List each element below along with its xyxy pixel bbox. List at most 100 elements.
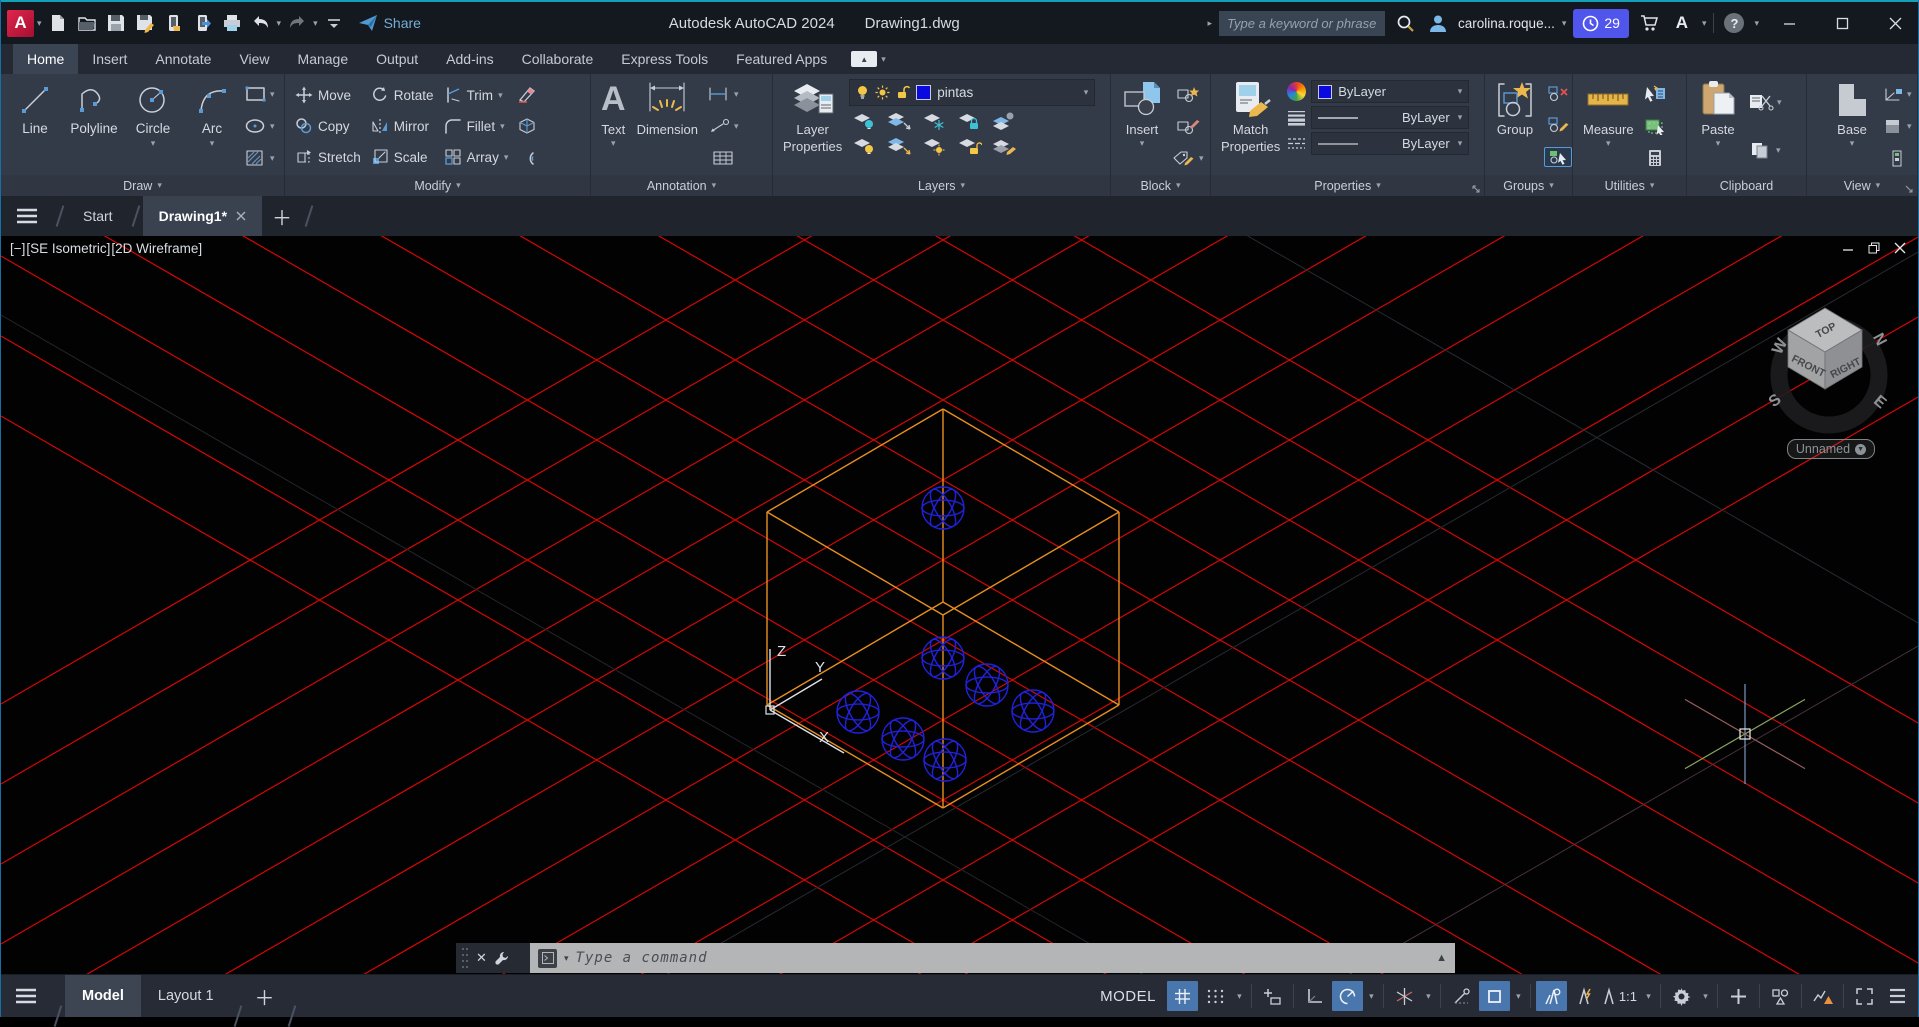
- user-caret-icon[interactable]: ▾: [1562, 18, 1567, 28]
- group-selection-toggle-button[interactable]: [1544, 147, 1572, 167]
- panel-label-annotation[interactable]: Annotation ▾: [591, 175, 772, 196]
- match-properties-button[interactable]: Match Properties: [1217, 77, 1284, 175]
- hatch-caret-icon[interactable]: ▾: [270, 153, 275, 163]
- quick-properties-button[interactable]: [1723, 981, 1754, 1011]
- fillet-tool-button[interactable]: Fillet ▾: [440, 111, 513, 142]
- panel-label-modify[interactable]: Modify ▾: [285, 175, 590, 196]
- command-recent-caret-icon[interactable]: ▾: [564, 953, 569, 963]
- sphere[interactable]: [881, 717, 925, 761]
- save-to-web-button[interactable]: [190, 10, 216, 36]
- linetype-dropdown[interactable]: ByLayer ▾: [1311, 132, 1470, 155]
- view-control[interactable]: [SE Isometric]: [26, 241, 110, 256]
- color-caret-icon[interactable]: ▾: [1458, 87, 1463, 96]
- ribbon-collapse-caret-icon[interactable]: ▾: [881, 54, 886, 64]
- drawing-canvas[interactable]: Z Y X: [1, 236, 1918, 974]
- visual-style-control[interactable]: [2D Wireframe]: [111, 241, 202, 256]
- panel-label-layers[interactable]: Layers ▾: [773, 175, 1110, 196]
- sphere[interactable]: [1011, 689, 1055, 733]
- new-drawing-tab-button[interactable]: ＋: [262, 196, 302, 236]
- arc-caret-icon[interactable]: ▾: [210, 139, 215, 148]
- hatch-tool-button[interactable]: ▾: [245, 149, 275, 167]
- cut-button[interactable]: ▾: [1748, 93, 1782, 111]
- dynamic-input-button[interactable]: [1257, 981, 1288, 1011]
- ribbon-tab-featured-apps[interactable]: Featured Apps: [722, 44, 841, 74]
- ucs-icon-toggle-button[interactable]: ▾: [1882, 86, 1912, 103]
- help-button[interactable]: ?: [1721, 10, 1747, 36]
- signin-avatar-button[interactable]: [1425, 10, 1451, 36]
- viewport-restore-icon[interactable]: [1868, 242, 1880, 254]
- ribbon-tab-annotate[interactable]: Annotate: [141, 44, 225, 74]
- command-prompt-icon[interactable]: [538, 948, 557, 968]
- search-button[interactable]: [1392, 10, 1418, 36]
- snap-mode-button[interactable]: [1200, 981, 1231, 1011]
- rotate-tool-button[interactable]: Rotate: [367, 80, 438, 111]
- undo-button[interactable]: [248, 10, 274, 36]
- lineweight-caret-icon[interactable]: ▾: [1458, 113, 1463, 122]
- grid-display-button[interactable]: [1166, 981, 1198, 1011]
- open-from-web-button[interactable]: [161, 10, 187, 36]
- panel-label-clipboard[interactable]: Clipboard: [1687, 175, 1806, 196]
- layer-dropdown-caret-icon[interactable]: ▾: [1084, 88, 1089, 97]
- redo-button[interactable]: [284, 10, 310, 36]
- quick-select-button[interactable]: [1643, 85, 1667, 103]
- layer-unlock-tool-icon[interactable]: [956, 136, 983, 156]
- command-close-icon[interactable]: ✕: [476, 950, 487, 966]
- measure-button[interactable]: Measure ▾: [1579, 77, 1638, 175]
- workspace-caret-button[interactable]: ▾: [1699, 981, 1712, 1011]
- edit-attributes-button[interactable]: ▾: [1172, 149, 1204, 167]
- lineweight-dropdown[interactable]: ByLayer ▾: [1311, 106, 1470, 129]
- annotation-autoscale-button[interactable]: [1569, 981, 1600, 1011]
- polar-tracking-button[interactable]: [1331, 981, 1363, 1011]
- group-edit-button[interactable]: [1547, 116, 1569, 133]
- autodesk-apps-button[interactable]: A: [1669, 10, 1695, 36]
- text-caret-icon[interactable]: ▾: [611, 138, 616, 148]
- insert-caret-icon[interactable]: ▾: [1140, 138, 1145, 148]
- command-history-icon[interactable]: ▲: [1436, 952, 1447, 964]
- text-tool-button[interactable]: A Text ▾: [597, 77, 630, 175]
- isolate-objects-button[interactable]: [1765, 981, 1796, 1011]
- command-bar-dock[interactable]: ✕: [456, 943, 530, 973]
- group-button[interactable]: Group: [1491, 77, 1539, 175]
- plot-button[interactable]: [219, 10, 245, 36]
- clean-screen-button[interactable]: [1849, 981, 1880, 1011]
- viewport-close-icon[interactable]: [1894, 242, 1906, 254]
- fillet-caret-icon[interactable]: ▾: [500, 121, 505, 131]
- panel-label-draw[interactable]: Draw ▾: [1, 175, 284, 196]
- snap-caret-button[interactable]: ▾: [1233, 981, 1246, 1011]
- graphics-performance-button[interactable]: [1807, 981, 1838, 1011]
- color-wheel-icon[interactable]: [1287, 82, 1307, 101]
- layer-unisolate-icon[interactable]: [886, 136, 912, 156]
- new-file-button[interactable]: [45, 10, 71, 36]
- layer-match-icon[interactable]: [991, 136, 1017, 156]
- polyline-tool-button[interactable]: Polyline: [66, 77, 122, 175]
- panel-label-groups[interactable]: Groups ▾: [1485, 175, 1572, 196]
- object-snap-tracking-button[interactable]: [1446, 981, 1477, 1011]
- save-as-button[interactable]: [132, 10, 158, 36]
- ribbon-tab-collaborate[interactable]: Collaborate: [508, 44, 608, 74]
- explode-tool-button[interactable]: [517, 117, 537, 135]
- navigation-bar-toggle-button[interactable]: [1886, 150, 1908, 167]
- create-block-button[interactable]: [1176, 85, 1200, 103]
- dimension-tool-button[interactable]: Dimension: [633, 77, 702, 175]
- file-tab-start[interactable]: Start: [67, 196, 129, 236]
- array-tool-button[interactable]: Array ▾: [440, 142, 513, 173]
- osnap-caret-button[interactable]: ▾: [1512, 981, 1525, 1011]
- ortho-mode-button[interactable]: [1299, 981, 1330, 1011]
- cube-edge[interactable]: [942, 511, 1120, 616]
- panel-label-utilities[interactable]: Utilities ▾: [1573, 175, 1686, 196]
- command-customize-wrench-icon[interactable]: [494, 950, 510, 966]
- layout1-tab[interactable]: Layout 1: [141, 975, 231, 1017]
- panel-label-view[interactable]: View ▾: [1807, 175, 1917, 196]
- trim-caret-icon[interactable]: ▾: [498, 90, 503, 100]
- viewcube-toggle-button[interactable]: ▾: [1882, 118, 1912, 135]
- paste-caret-icon[interactable]: ▾: [1716, 138, 1721, 148]
- panel-label-properties[interactable]: Properties ▾: [1211, 175, 1484, 196]
- erase-tool-button[interactable]: [517, 85, 537, 103]
- close-button[interactable]: [1872, 2, 1918, 44]
- stretch-tool-button[interactable]: Stretch: [291, 142, 365, 173]
- app-menu-caret-icon[interactable]: ▾: [37, 18, 42, 28]
- file-tabs-menu-button[interactable]: [1, 196, 53, 236]
- viewport-minimize-icon[interactable]: [1842, 242, 1854, 254]
- drawing-viewport[interactable]: ZYX [−] [SE Isometric] [2D Wireframe] W …: [1, 236, 1918, 974]
- sphere[interactable]: [923, 738, 967, 782]
